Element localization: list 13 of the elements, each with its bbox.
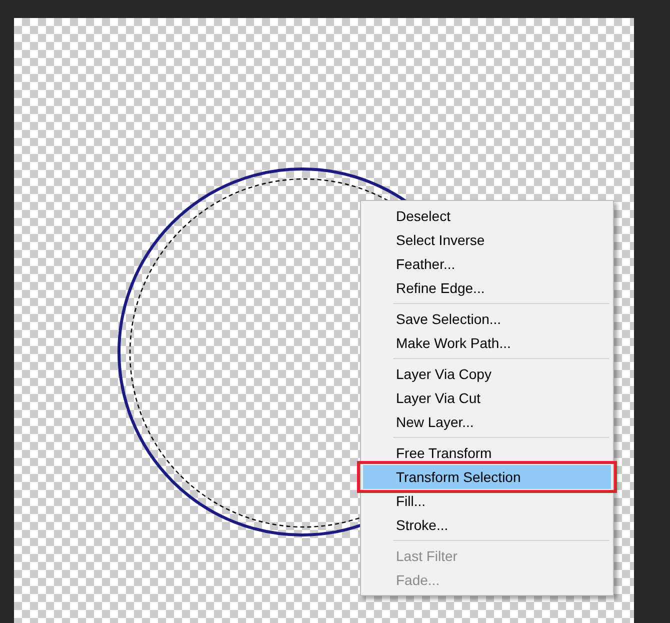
menu-item[interactable]: Layer Via Cut [363,386,611,410]
menu-item[interactable]: Refine Edge... [363,276,611,300]
menu-item[interactable]: Free Transform [363,441,611,465]
menu-item[interactable]: Deselect [363,204,611,228]
menu-item[interactable]: Layer Via Copy [363,362,611,386]
menu-item[interactable]: Fill... [363,489,611,513]
menu-item[interactable]: New Layer... [363,410,611,434]
menu-item[interactable]: Select Inverse [363,228,611,252]
menu-item[interactable]: Save Selection... [363,307,611,331]
menu-item[interactable]: Stroke... [363,513,611,537]
menu-item[interactable]: Make Work Path... [363,331,611,355]
menu-item[interactable]: Transform Selection [363,465,611,489]
menu-item[interactable]: Feather... [363,252,611,276]
